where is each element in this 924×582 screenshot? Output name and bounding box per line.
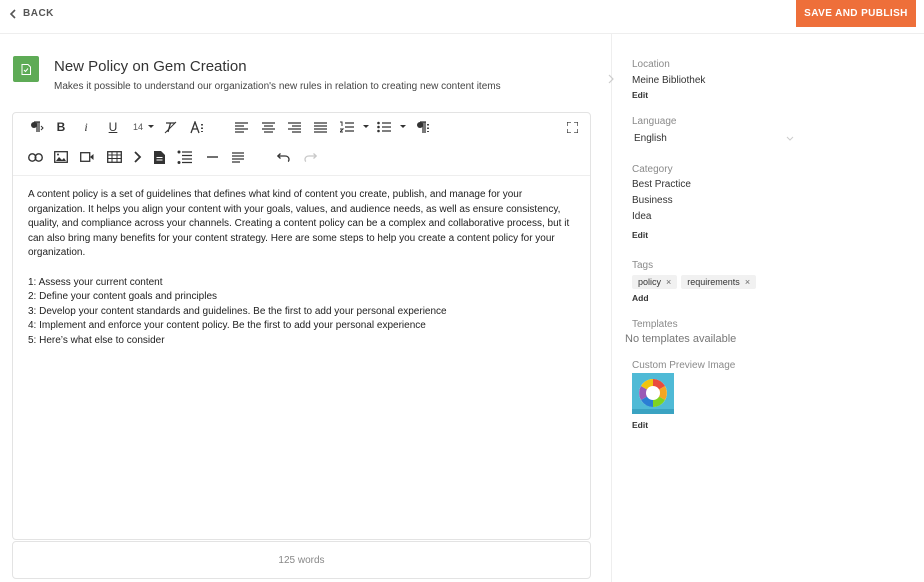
tags-list: policy × requirements ×	[632, 275, 760, 289]
list-item: 2: Define your content goals and princip…	[28, 291, 218, 303]
tag-chip: requirements ×	[681, 275, 757, 289]
document-icon	[13, 56, 39, 82]
video-icon[interactable]	[79, 149, 95, 165]
content-paragraph: A content policy is a set of guidelines …	[28, 189, 570, 259]
tag-remove-icon[interactable]: ×	[745, 277, 750, 287]
chevron-down-icon	[786, 136, 794, 141]
templates-empty-text: No templates available	[625, 333, 737, 345]
language-label: Language	[632, 116, 677, 127]
ordered-list-icon[interactable]	[338, 119, 372, 135]
location-section: Location Meine Bibliothek Edit	[632, 59, 705, 100]
category-section: Category Best Practice Business Idea Edi…	[632, 164, 691, 240]
top-bar: BACK SAVE AND PUBLISH	[0, 0, 924, 34]
align-center-icon[interactable]	[260, 119, 276, 135]
align-right-icon[interactable]	[286, 119, 302, 135]
preview-label: Custom Preview Image	[632, 360, 736, 371]
tag-chip: policy ×	[632, 275, 678, 289]
back-button[interactable]: BACK	[9, 8, 54, 19]
preview-image[interactable]	[632, 373, 674, 414]
file-icon[interactable]	[152, 149, 166, 165]
tag-label: policy	[638, 277, 662, 287]
font-size-value: 14	[132, 122, 143, 132]
paragraph-format-icon[interactable]	[26, 119, 46, 135]
location-value: Meine Bibliothek	[632, 75, 706, 86]
save-and-publish-button[interactable]: SAVE AND PUBLISH	[796, 0, 916, 27]
paragraph-style-icon[interactable]	[413, 119, 431, 135]
word-count-bar: 125 words	[12, 541, 591, 579]
fullscreen-icon[interactable]	[564, 119, 580, 135]
steps-list: 1: Assess your current content 2: Define…	[28, 276, 581, 349]
italic-icon[interactable]: i	[79, 119, 93, 135]
chevron-right-icon[interactable]	[607, 74, 615, 84]
list-item: 5: Here’s what else to consider	[28, 334, 165, 346]
category-item: Idea	[632, 211, 652, 222]
add-tag-link[interactable]: Add	[632, 293, 760, 303]
location-edit-link[interactable]: Edit	[632, 90, 705, 100]
category-item: Best Practice	[632, 179, 691, 190]
code-icon[interactable]	[131, 149, 145, 165]
toolbar-divider	[13, 175, 590, 176]
templates-section: Templates No templates available	[625, 319, 736, 345]
caret-down-icon	[148, 125, 154, 128]
back-label: BACK	[23, 8, 54, 19]
tag-remove-icon[interactable]: ×	[666, 277, 671, 287]
list-item: 1: Assess your current content	[28, 276, 163, 288]
text-align-icon[interactable]	[230, 149, 246, 165]
font-size-select[interactable]: 14	[130, 119, 158, 135]
chevron-left-icon	[9, 8, 16, 19]
document-subtitle[interactable]: Makes it possible to understand our orga…	[54, 81, 501, 92]
category-item: Business	[632, 195, 673, 206]
category-label: Category	[632, 164, 673, 175]
underline-icon[interactable]: U	[106, 119, 120, 135]
redo-icon[interactable]	[302, 149, 318, 165]
align-justify-icon[interactable]	[312, 119, 328, 135]
category-edit-link[interactable]: Edit	[632, 230, 691, 240]
preview-edit-link[interactable]: Edit	[632, 420, 648, 430]
rich-text-editor[interactable]: B i U 14 A content policy is a set of gu…	[12, 112, 591, 540]
table-icon[interactable]	[105, 149, 123, 165]
unordered-list-icon[interactable]	[375, 119, 409, 135]
document-title[interactable]: New Policy on Gem Creation	[54, 58, 247, 75]
list-item: 4: Implement and enforce your content po…	[28, 320, 426, 332]
tag-label: requirements	[687, 277, 740, 287]
editor-content[interactable]: A content policy is a set of guidelines …	[28, 188, 581, 349]
sidebar-divider	[611, 34, 612, 582]
preview-section: Custom Preview Image	[632, 360, 735, 371]
list-item: 3: Develop your content standards and gu…	[28, 305, 447, 317]
text-size-icon[interactable]	[189, 119, 205, 135]
horizontal-rule-icon[interactable]	[205, 149, 219, 165]
image-icon[interactable]	[53, 149, 69, 165]
undo-icon[interactable]	[275, 149, 291, 165]
tags-label: Tags	[632, 260, 654, 271]
word-count: 125 words	[278, 554, 325, 566]
location-label: Location	[632, 59, 670, 70]
bold-icon[interactable]: B	[53, 119, 69, 135]
language-select[interactable]: English	[632, 133, 794, 144]
language-section: Language English	[632, 116, 794, 144]
templates-label: Templates	[632, 319, 678, 330]
align-left-icon[interactable]	[233, 119, 249, 135]
link-icon[interactable]	[26, 149, 44, 165]
checklist-icon[interactable]	[176, 149, 194, 165]
clear-format-icon[interactable]	[163, 119, 177, 135]
language-value: English	[634, 133, 667, 144]
tags-section: Tags policy × requirements × Add	[632, 260, 760, 303]
